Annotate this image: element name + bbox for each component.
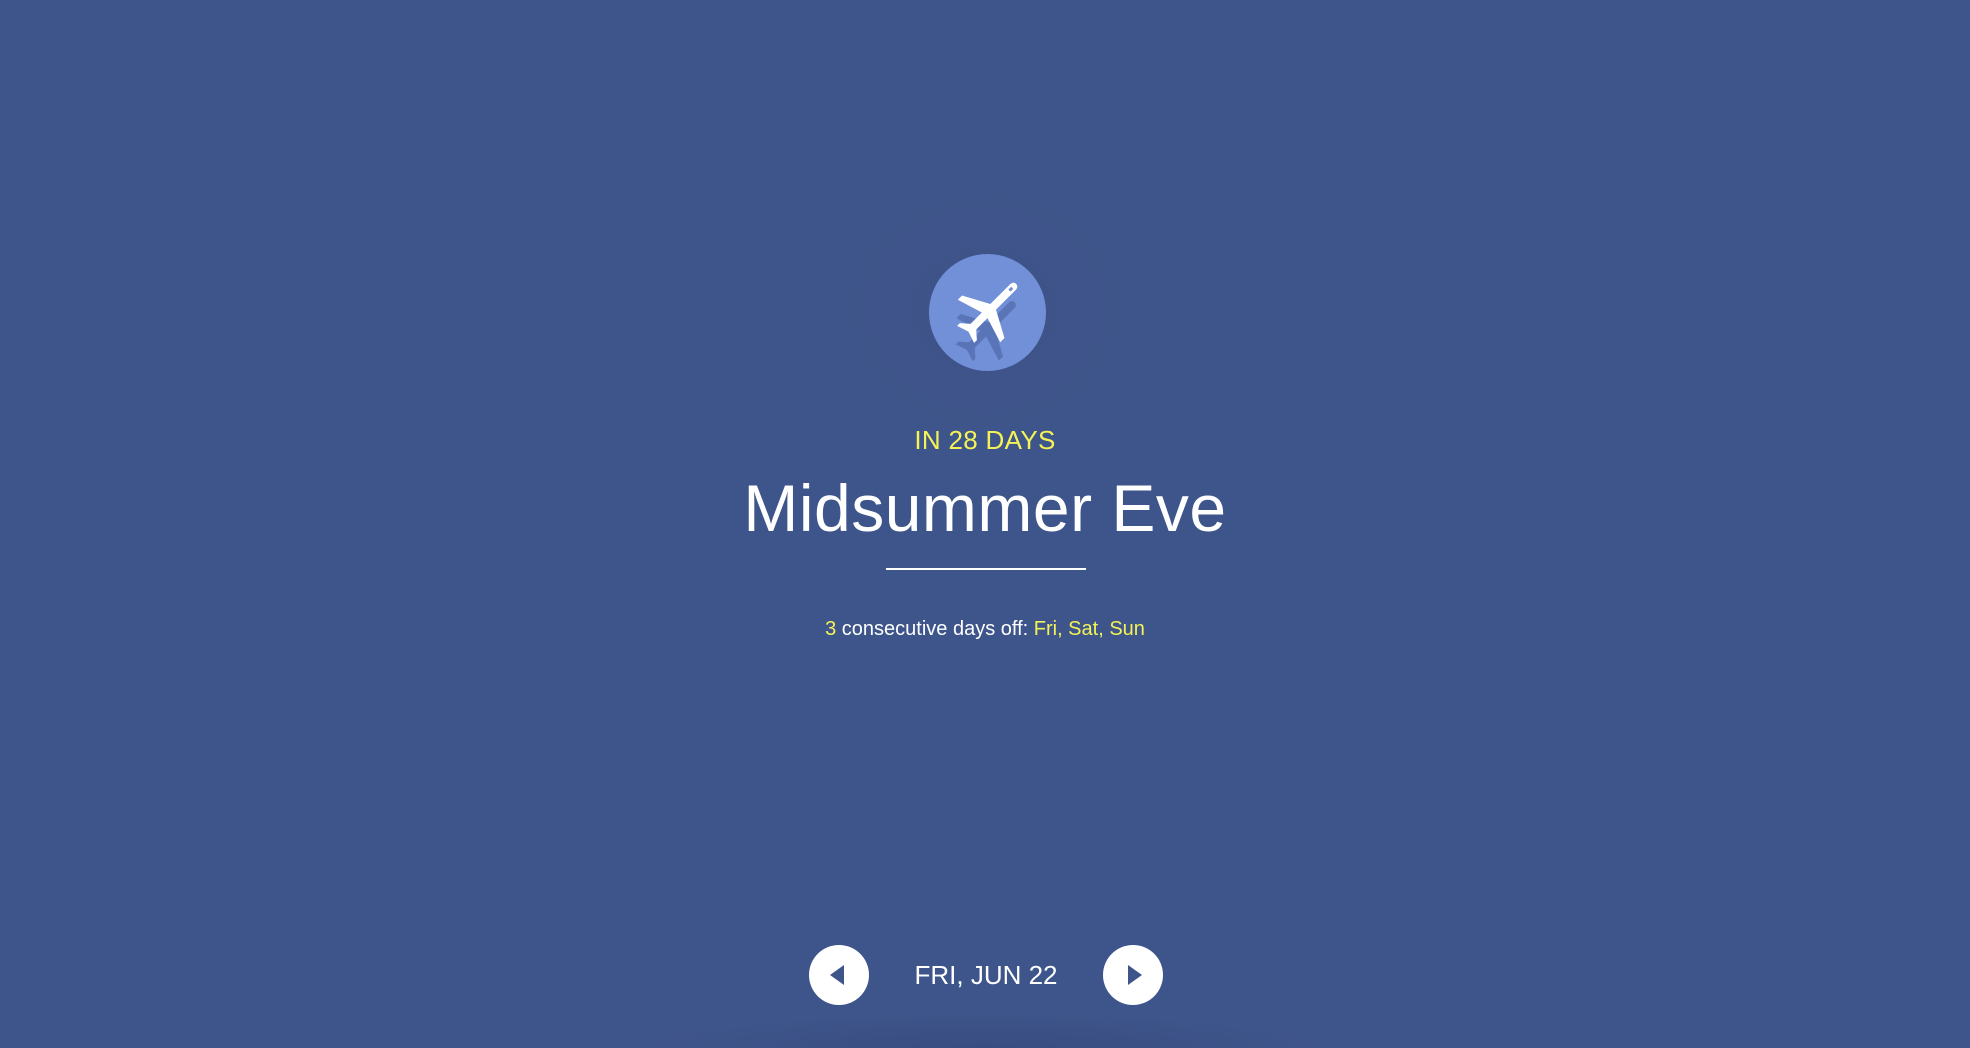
days-off-count: 3 [825, 618, 837, 640]
previous-button[interactable] [809, 945, 869, 1005]
bottom-shadow [640, 1010, 1330, 1048]
date-navigation: FRI, JUN 22 [0, 945, 1970, 1005]
event-hero: IN 28 DAYS Midsummer Eve 3 consecutive d… [0, 0, 1970, 1048]
days-off-summary: 3 consecutive days off: Fri, Sat, Sun [0, 616, 1970, 642]
countdown-label: IN 28 DAYS [914, 425, 1056, 455]
next-button[interactable] [1103, 945, 1163, 1005]
days-off-days: Fri, Sat, Sun [1033, 618, 1145, 640]
days-off-text: consecutive days off: [836, 618, 1034, 640]
arrow-right-icon [1128, 965, 1142, 985]
airplane-icon [929, 254, 1046, 371]
current-date: FRI, JUN 22 [914, 960, 1058, 990]
arrow-left-icon [830, 965, 844, 985]
event-title: Midsummer Eve [743, 471, 1227, 545]
title-divider [886, 568, 1086, 570]
